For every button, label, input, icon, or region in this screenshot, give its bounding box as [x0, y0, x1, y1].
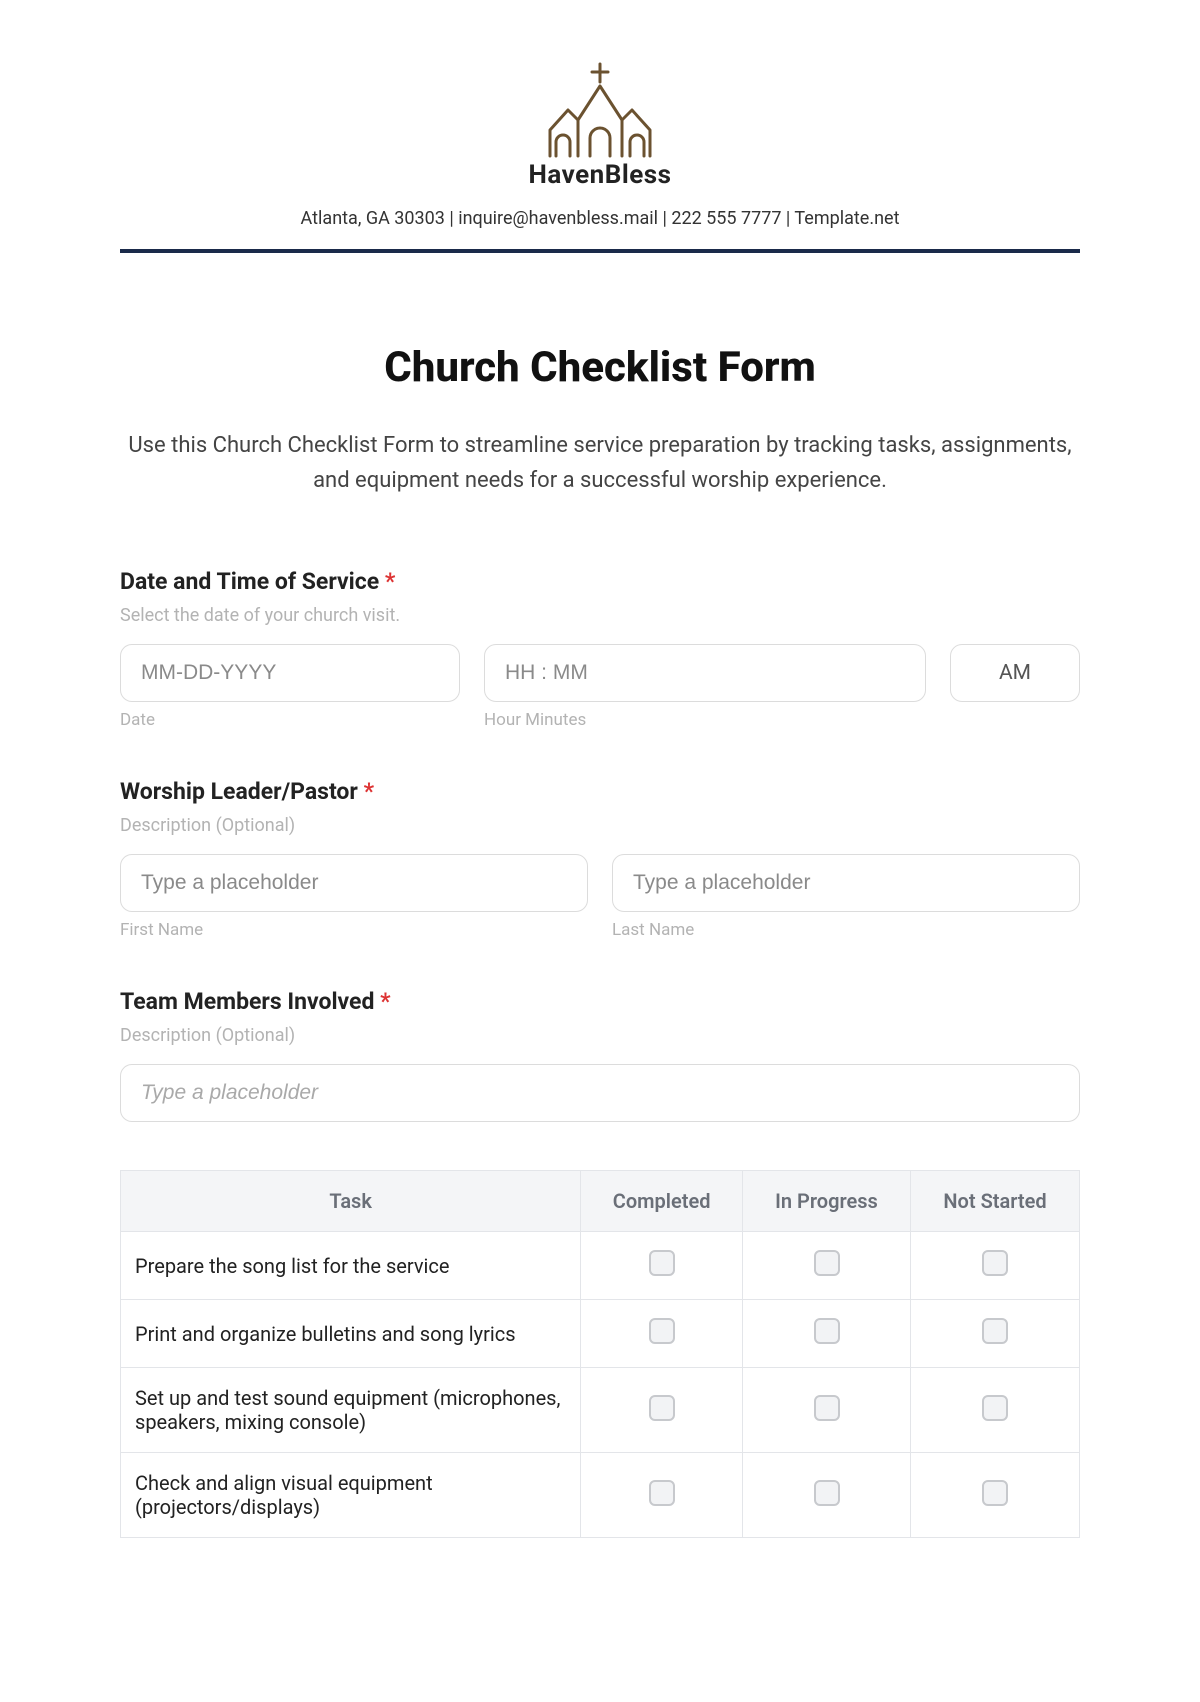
- label-text: Date and Time of Service: [120, 568, 379, 595]
- task-text: Check and align visual equipment (projec…: [121, 1453, 581, 1538]
- last-name-input[interactable]: [612, 854, 1080, 912]
- checkbox-in-progress[interactable]: [814, 1480, 840, 1506]
- time-input[interactable]: [484, 644, 926, 702]
- last-name-sublabel: Last Name: [612, 920, 1080, 940]
- field-worship-leader: Worship Leader/Pastor * Description (Opt…: [120, 778, 1080, 940]
- brand-name: HavenBless: [529, 160, 672, 190]
- col-task: Task: [121, 1171, 581, 1232]
- logo-block: HavenBless: [120, 60, 1080, 190]
- table-row: Check and align visual equipment (projec…: [121, 1453, 1080, 1538]
- date-sublabel: Date: [120, 710, 460, 730]
- col-completed: Completed: [581, 1171, 743, 1232]
- label-text: Team Members Involved: [120, 988, 374, 1015]
- field-date-time: Date and Time of Service * Select the da…: [120, 568, 1080, 730]
- checkbox-not-started[interactable]: [982, 1250, 1008, 1276]
- team-label: Team Members Involved *: [120, 988, 1080, 1015]
- date-input[interactable]: [120, 644, 460, 702]
- page-description: Use this Church Checklist Form to stream…: [120, 428, 1080, 498]
- checkbox-not-started[interactable]: [982, 1480, 1008, 1506]
- checkbox-completed[interactable]: [649, 1250, 675, 1276]
- ampm-selector[interactable]: AM: [950, 644, 1080, 702]
- task-text: Set up and test sound equipment (microph…: [121, 1368, 581, 1453]
- team-members-input[interactable]: [120, 1064, 1080, 1122]
- checkbox-in-progress[interactable]: [814, 1318, 840, 1344]
- task-text: Print and organize bulletins and song ly…: [121, 1300, 581, 1368]
- col-not-started: Not Started: [911, 1171, 1080, 1232]
- team-help: Description (Optional): [120, 1025, 1080, 1046]
- label-text: Worship Leader/Pastor: [120, 778, 358, 805]
- first-name-input[interactable]: [120, 854, 588, 912]
- checklist-table: Task Completed In Progress Not Started P…: [120, 1170, 1080, 1538]
- checkbox-not-started[interactable]: [982, 1318, 1008, 1344]
- required-mark: *: [380, 988, 390, 1015]
- task-text: Prepare the song list for the service: [121, 1232, 581, 1300]
- checkbox-completed[interactable]: [649, 1480, 675, 1506]
- table-row: Print and organize bulletins and song ly…: [121, 1300, 1080, 1368]
- document-header: HavenBless Atlanta, GA 30303 | inquire@h…: [120, 60, 1080, 253]
- page-title: Church Checklist Form: [120, 343, 1080, 392]
- col-in-progress: In Progress: [742, 1171, 910, 1232]
- checkbox-completed[interactable]: [649, 1395, 675, 1421]
- header-info-line: Atlanta, GA 30303 | inquire@havenbless.m…: [120, 208, 1080, 229]
- checkbox-completed[interactable]: [649, 1318, 675, 1344]
- leader-help: Description (Optional): [120, 815, 1080, 836]
- checkbox-in-progress[interactable]: [814, 1250, 840, 1276]
- required-mark: *: [385, 568, 395, 595]
- required-mark: *: [364, 778, 374, 805]
- time-sublabel: Hour Minutes: [484, 710, 926, 730]
- checkbox-not-started[interactable]: [982, 1395, 1008, 1421]
- leader-label: Worship Leader/Pastor *: [120, 778, 1080, 805]
- date-time-label: Date and Time of Service *: [120, 568, 1080, 595]
- date-time-help: Select the date of your church visit.: [120, 605, 1080, 626]
- table-row: Set up and test sound equipment (microph…: [121, 1368, 1080, 1453]
- first-name-sublabel: First Name: [120, 920, 588, 940]
- checkbox-in-progress[interactable]: [814, 1395, 840, 1421]
- field-team-members: Team Members Involved * Description (Opt…: [120, 988, 1080, 1122]
- church-logo-icon: [540, 60, 660, 160]
- table-row: Prepare the song list for the service: [121, 1232, 1080, 1300]
